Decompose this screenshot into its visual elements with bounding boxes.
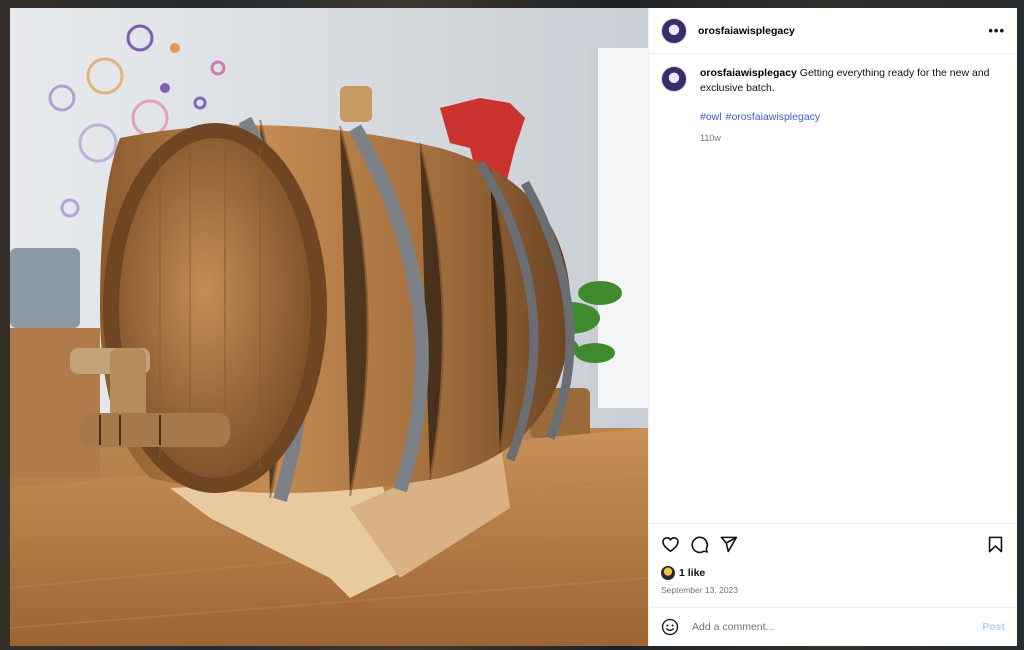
caption-body: orosfaiawisplegacy Getting everything re… — [700, 66, 1005, 146]
post-header: orosfaiawisplegacy ••• — [649, 8, 1017, 54]
post-side-panel: orosfaiawisplegacy ••• orosfaiawisplegac… — [648, 8, 1017, 646]
post-photo[interactable] — [10, 8, 648, 646]
hashtag-link[interactable]: #orosfaiawisplegacy — [726, 111, 821, 123]
caption: orosfaiawisplegacy Getting everything re… — [661, 66, 1005, 146]
post-time-ago: 110w — [700, 133, 721, 143]
bookmark-icon[interactable] — [986, 535, 1005, 554]
comment-input[interactable] — [690, 620, 983, 634]
likes-count[interactable]: 1 like — [679, 567, 705, 579]
post-actions: 1 like September 13, 2023 — [649, 523, 1017, 607]
paper-plane-icon[interactable] — [719, 535, 738, 554]
comments-section: orosfaiawisplegacy Getting everything re… — [649, 54, 1017, 523]
liker-avatar[interactable] — [661, 566, 675, 580]
hashtag-link[interactable]: #owl — [700, 111, 722, 123]
author-username[interactable]: orosfaiawisplegacy — [698, 25, 795, 37]
add-comment-bar: Post — [649, 607, 1017, 646]
post-modal: orosfaiawisplegacy ••• orosfaiawisplegac… — [10, 8, 1017, 646]
action-icons-row — [661, 534, 1005, 554]
smiley-icon[interactable] — [661, 618, 679, 636]
more-dots-icon[interactable]: ••• — [988, 23, 1005, 38]
heart-icon[interactable] — [661, 535, 680, 554]
caption-author-avatar[interactable] — [661, 66, 687, 92]
post-date: September 13, 2023 — [661, 585, 739, 595]
caption-username[interactable]: orosfaiawisplegacy — [700, 67, 797, 79]
likes-row: 1 like — [661, 566, 1005, 580]
author-avatar[interactable] — [661, 17, 687, 44]
post-comment-button[interactable]: Post — [982, 621, 1005, 633]
barrel-photo-illustration — [10, 8, 648, 646]
hashtags: #owl #orosfaiawisplegacy — [700, 110, 1005, 125]
comment-bubble-icon[interactable] — [690, 535, 709, 554]
